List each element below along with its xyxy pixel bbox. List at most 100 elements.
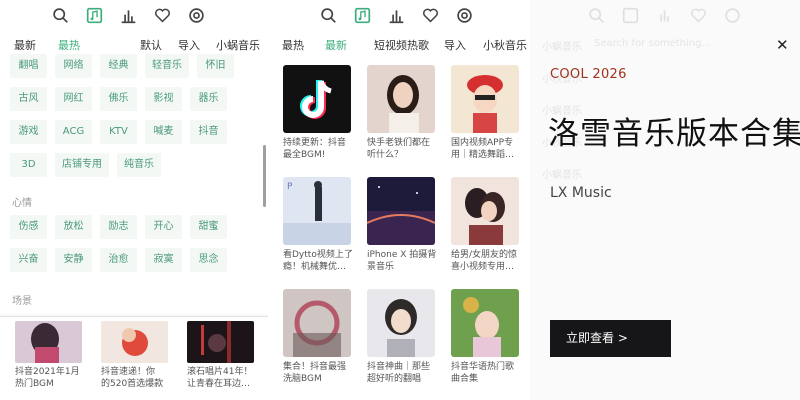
tag[interactable]: 游戏 <box>10 120 47 144</box>
playlist-cover <box>367 65 435 133</box>
playlist-cover <box>15 321 82 363</box>
playlist-cover <box>283 289 351 357</box>
playlist-card[interactable]: 滚石唱片41年！ 让青春在耳边… <box>187 321 257 390</box>
chart-icon[interactable] <box>388 7 405 24</box>
view-now-button[interactable]: 立即查看 > <box>550 320 671 357</box>
tag[interactable]: 治愈 <box>100 248 137 272</box>
promo-subtitle: LX Music <box>550 185 612 201</box>
playlist-cover <box>101 321 168 363</box>
playlist-card[interactable]: 给男/女朋友的惊 喜小视频专用… <box>451 177 519 273</box>
playlist-title: 给男/女朋友的惊 喜小视频专用… <box>451 250 518 272</box>
playlist-title: 快手老铁们都在 听什么？ <box>367 138 431 160</box>
tag[interactable]: 器乐 <box>190 87 227 111</box>
playlist-card[interactable]: 集合！抖音最强 洗脑BGM <box>283 289 351 385</box>
tag[interactable]: 开心 <box>145 215 182 239</box>
section-label-mood: 心情 <box>12 198 32 209</box>
search-icon[interactable] <box>320 7 337 24</box>
nav-tab-hot[interactable]: 最热 <box>282 37 304 53</box>
nav-tab-latest[interactable]: 最新 <box>325 37 347 53</box>
music-library-icon[interactable] <box>86 7 103 24</box>
source-item: 小蜗音乐 <box>542 170 582 181</box>
playlist-card[interactable]: 抖音华语热门歌 曲合集 <box>451 289 519 385</box>
tag[interactable]: 安静 <box>55 248 92 272</box>
tag[interactable]: 思念 <box>190 248 227 272</box>
nav-tab-latest[interactable]: 最新 <box>14 37 36 53</box>
playlist-card[interactable]: 抖音2021年1月 热门BGM <box>15 321 85 390</box>
playlist-grid: 持续更新：抖音 最全BGM! 快手老铁们都在 听什么？ 国内视频APP专 用｜精… <box>283 65 519 385</box>
tag[interactable]: KTV <box>100 120 137 144</box>
category-nav: 最热 最新 短视频热歌 导入 小秋音乐 <box>282 37 530 53</box>
playlist-title: 抖音华语热门歌 曲合集 <box>451 362 515 384</box>
tag[interactable]: 励志 <box>100 215 137 239</box>
playlist-title: 抖音速递！你 的520首选爆款 <box>101 367 164 389</box>
tag[interactable]: 兴奋 <box>10 248 47 272</box>
nav-import[interactable]: 导入 <box>178 37 200 53</box>
playlist-cover <box>283 65 351 133</box>
tag[interactable]: 放松 <box>55 215 92 239</box>
toolbar <box>52 7 205 24</box>
playlist-title: 抖音神曲｜那些 超好听的翻唱 <box>367 362 431 384</box>
search-icon[interactable] <box>52 7 69 24</box>
tag[interactable]: 轻音乐 <box>145 54 189 78</box>
chart-icon[interactable] <box>120 7 137 24</box>
source-item: 小蜗音乐 <box>542 42 582 53</box>
search-icon <box>588 7 605 24</box>
tag[interactable]: 网红 <box>55 87 92 111</box>
promo-tag: COOL 2026 <box>550 67 627 82</box>
tag[interactable]: 甜蜜 <box>190 215 227 239</box>
nav-source[interactable]: 小蜗音乐 <box>216 37 260 53</box>
nav-sort-default[interactable]: 默认 <box>140 37 162 53</box>
chart-icon <box>656 7 673 24</box>
playlist-card[interactable]: P 看Dytto视频上了 瘾！机械舞优… <box>283 177 353 273</box>
settings-icon[interactable] <box>456 7 473 24</box>
svg-text:P: P <box>287 182 293 192</box>
playlist-title: 抖音2021年1月 热门BGM <box>15 367 80 389</box>
playlist-cover <box>187 321 254 363</box>
tag[interactable]: 抖音 <box>190 120 227 144</box>
tag[interactable]: ACG <box>55 120 92 144</box>
playlist-card[interactable]: 抖音速递！你 的520首选爆款 <box>101 321 171 390</box>
tag[interactable]: 寂寞 <box>145 248 182 272</box>
tag[interactable]: 翻唱 <box>10 54 47 78</box>
category-nav: 最新 最热 默认 导入 小蜗音乐 <box>14 37 264 53</box>
nav-import[interactable]: 导入 <box>444 37 466 53</box>
tag[interactable]: 古风 <box>10 87 47 111</box>
tag[interactable]: 纯音乐 <box>117 153 161 177</box>
app-screen-latest: 最热 最新 短视频热歌 导入 小秋音乐 持续更新：抖音 最全BGM! 快手老铁们… <box>268 0 530 400</box>
heart-icon[interactable] <box>422 7 439 24</box>
playlist-cover <box>367 289 435 357</box>
playlist-card[interactable]: iPhone X 拍摄背 景音乐 <box>367 177 436 273</box>
playlist-card[interactable]: 抖音神曲｜那些 超好听的翻唱 <box>367 289 435 385</box>
tag[interactable]: 店铺专用 <box>55 153 109 177</box>
settings-icon[interactable] <box>188 7 205 24</box>
style-tag-grid: 翻唱 网络 经典 轻音乐 怀旧 古风 网红 佛乐 影视 器乐 游戏 ACG KT… <box>10 54 240 177</box>
nav-source[interactable]: 小秋音乐 <box>483 37 527 53</box>
playlist-title: 滚石唱片41年！ 让青春在耳边… <box>187 367 253 389</box>
tag[interactable]: 经典 <box>100 54 137 78</box>
playlist-title: 国内视频APP专 用｜精选舞蹈… <box>451 138 515 160</box>
tag[interactable]: 佛乐 <box>100 87 137 111</box>
heart-icon[interactable] <box>154 7 171 24</box>
toolbar <box>320 7 473 24</box>
playlist-card[interactable]: 国内视频APP专 用｜精选舞蹈… <box>451 65 519 161</box>
tag[interactable]: 怀旧 <box>197 54 234 78</box>
tag[interactable]: 伤感 <box>10 215 47 239</box>
tag[interactable]: 影视 <box>145 87 182 111</box>
search-input: Search for something... <box>594 38 711 49</box>
music-library-icon[interactable] <box>354 7 371 24</box>
playlist-cover <box>367 177 435 245</box>
music-library-icon <box>622 7 639 24</box>
settings-icon <box>724 7 741 24</box>
tag[interactable]: 3D <box>10 153 47 177</box>
nav-tab-hot[interactable]: 最热 <box>58 37 80 53</box>
tag[interactable]: 网络 <box>55 54 92 78</box>
close-icon[interactable]: ✕ <box>776 36 789 54</box>
playlist-cover <box>451 289 519 357</box>
tag[interactable]: 喊麦 <box>145 120 182 144</box>
playlist-card[interactable]: 持续更新：抖音 最全BGM! <box>283 65 351 161</box>
scrollbar[interactable] <box>263 145 266 207</box>
nav-tag-short-video[interactable]: 短视频热歌 <box>374 37 429 53</box>
playlist-card[interactable]: 快手老铁们都在 听什么？ <box>367 65 435 161</box>
toolbar <box>588 7 741 24</box>
playlist-cover: P <box>283 177 351 245</box>
